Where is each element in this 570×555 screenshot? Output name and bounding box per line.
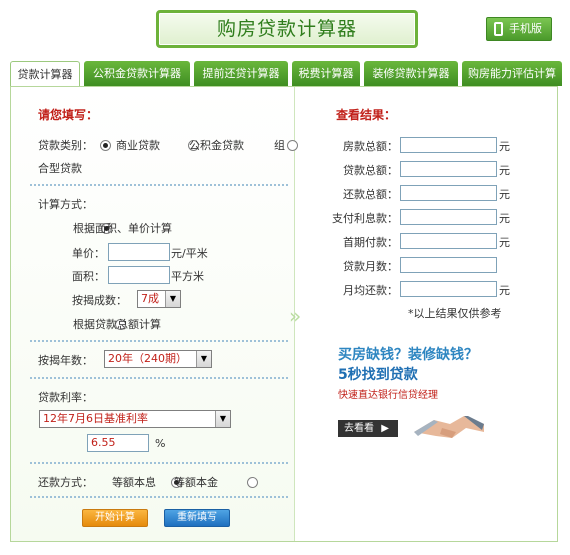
result-unit-monthly-payment: 元	[499, 284, 510, 297]
result-label-repay-total: 还款总额：	[343, 188, 398, 201]
loan-type-commercial-label: 商业贷款	[116, 139, 160, 152]
result-unit-house-total: 元	[499, 140, 510, 153]
input-panel	[11, 87, 294, 541]
area-unit: 平方米	[171, 270, 204, 283]
tab-loan-calculator[interactable]: 贷款计算器	[10, 61, 80, 88]
years-label: 按揭年数：	[38, 354, 93, 367]
tab-renovation-loan-calculator[interactable]: 装修贷款计算器	[364, 61, 458, 86]
loan-type-combo-label-b: 合型贷款	[38, 162, 82, 175]
double-chevron-right-icon: »	[289, 304, 302, 328]
result-label-down-payment: 首期付款：	[343, 236, 398, 249]
area-label: 面积：	[72, 270, 105, 283]
handshake-icon	[414, 416, 484, 438]
results-heading: 查看结果：	[336, 108, 397, 122]
repay-equal-principal-label: 等额本金	[174, 476, 218, 489]
rate-input[interactable]: 6.55	[87, 434, 149, 452]
method-area-label: 根据面积、单价计算	[73, 222, 172, 235]
unit-price-label: 单价：	[72, 247, 105, 260]
loan-type-combo-label-a: 组	[274, 139, 285, 152]
tab-purchase-ability-calculator[interactable]: 购房能力评估计算	[462, 61, 562, 86]
unit-price-input[interactable]	[108, 243, 170, 261]
mobile-version-label: 手机版	[509, 22, 542, 35]
tab-prepayment-calculator[interactable]: 提前还贷计算器	[194, 61, 288, 86]
chevron-down-icon: ▼	[165, 291, 180, 307]
result-unit-loan-total: 元	[499, 164, 510, 177]
result-field-interest[interactable]	[400, 209, 497, 225]
ad-go-label: 去看看	[344, 423, 374, 434]
repay-label: 还款方式：	[38, 476, 93, 489]
result-field-house-total[interactable]	[400, 137, 497, 153]
page-title: 购房贷款计算器	[156, 10, 418, 48]
area-input[interactable]	[108, 266, 170, 284]
tab-tax-calculator[interactable]: 税费计算器	[292, 61, 360, 86]
result-field-monthly-payment[interactable]	[400, 281, 497, 297]
result-unit-down-payment: 元	[499, 236, 510, 249]
repay-equal-principal-radio[interactable]	[247, 476, 258, 488]
play-arrow-icon: ▶	[381, 423, 389, 434]
result-field-loan-months[interactable]	[400, 257, 497, 273]
ratio-label: 按揭成数：	[72, 294, 127, 307]
calculator-tabs: 贷款计算器 公积金贷款计算器 提前还贷计算器 税费计算器 装修贷款计算器 购房能…	[10, 61, 570, 88]
ratio-select[interactable]: 7成 ▼	[137, 290, 181, 308]
reset-button[interactable]: 重新填写	[164, 509, 230, 527]
ad-tagline: 快速直达银行信贷经理	[338, 390, 438, 401]
separator	[30, 377, 288, 379]
loan-type-fund-label: 公积金贷款	[189, 139, 244, 152]
result-unit-repay-total: 元	[499, 188, 510, 201]
result-label-house-total: 房款总额：	[343, 140, 398, 153]
result-field-loan-total[interactable]	[400, 161, 497, 177]
loan-type-label: 贷款类别：	[38, 139, 93, 152]
chevron-down-icon: ▼	[196, 351, 211, 367]
years-select-value: 20年（240期）	[108, 352, 187, 365]
rate-select[interactable]: 12年7月6日基准利率 ▼	[39, 410, 231, 428]
mobile-version-button[interactable]: 手机版	[486, 17, 552, 41]
result-field-down-payment[interactable]	[400, 233, 497, 249]
ad-go-button[interactable]: 去看看 ▶	[338, 420, 398, 437]
tab-fund-loan-calculator[interactable]: 公积金贷款计算器	[84, 61, 190, 86]
ratio-select-value: 7成	[141, 292, 159, 305]
ad-subheadline[interactable]: 5秒找到贷款	[338, 364, 418, 384]
form-heading: 请您填写：	[38, 108, 99, 122]
separator	[30, 340, 288, 342]
rate-label: 贷款利率：	[38, 391, 93, 404]
phone-icon	[494, 22, 503, 36]
loan-type-commercial-radio[interactable]	[100, 139, 111, 151]
result-label-interest: 支付利息款：	[332, 212, 398, 225]
method-total-label: 根据贷款总额计算	[73, 318, 161, 331]
result-field-repay-total[interactable]	[400, 185, 497, 201]
loan-type-combo-radio[interactable]	[287, 139, 298, 151]
calc-method-label: 计算方式：	[38, 198, 93, 211]
ad-headline[interactable]: 买房缺钱？装修缺钱？	[338, 344, 478, 364]
result-label-loan-months: 贷款月数：	[343, 260, 398, 273]
results-note: *以上结果仅供参考	[408, 307, 502, 320]
years-select[interactable]: 20年（240期） ▼	[104, 350, 212, 368]
rate-unit: %	[155, 437, 166, 450]
result-label-loan-total: 贷款总额：	[343, 164, 398, 177]
separator	[30, 184, 288, 186]
repay-equal-interest-label: 等额本息	[112, 476, 156, 489]
unit-price-unit: 元/平米	[171, 247, 208, 260]
separator	[30, 462, 288, 464]
rate-select-value: 12年7月6日基准利率	[43, 412, 148, 425]
result-label-monthly-payment: 月均还款：	[343, 284, 398, 297]
separator	[30, 496, 288, 498]
chevron-down-icon: ▼	[215, 411, 230, 427]
start-calc-button[interactable]: 开始计算	[82, 509, 148, 527]
result-unit-interest: 元	[499, 212, 510, 225]
